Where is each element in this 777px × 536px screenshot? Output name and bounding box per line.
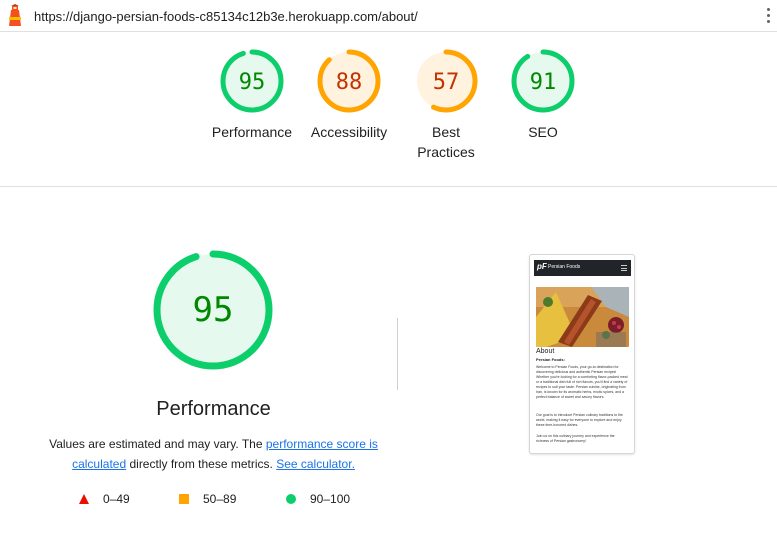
thumbnail-paragraph: Welcome to Persian Foods, your go-to des…: [536, 365, 628, 399]
gauge-best-practices[interactable]: 57 Best Practices: [398, 48, 494, 162]
page-url: https://django-persian-foods-c85134c12b3…: [34, 9, 418, 24]
performance-score: 95: [193, 290, 234, 330]
gauge-label: Best Practices: [417, 124, 475, 160]
gauge-score: 88: [336, 70, 363, 95]
thumbnail-heading: About: [536, 348, 555, 355]
square-icon: [179, 494, 189, 504]
gauge-ring: 88: [317, 49, 381, 113]
lighthouse-icon: [9, 4, 21, 26]
gauge-label: SEO: [528, 124, 558, 140]
gauge-ring: 95: [220, 49, 284, 113]
top-bar: https://django-persian-foods-c85134c12b3…: [0, 0, 777, 32]
hamburger-icon: [621, 265, 627, 271]
circle-icon: [286, 494, 296, 504]
more-options-icon[interactable]: [766, 8, 772, 26]
gauge-label: Accessibility: [310, 124, 388, 140]
see-calculator-link[interactable]: See calculator.: [276, 457, 355, 471]
description-text: Values are estimated and may vary. The: [49, 437, 266, 451]
gauge-accessibility[interactable]: 88 Accessibility: [301, 48, 397, 142]
legend-label: 0–49: [103, 492, 130, 506]
gauge-ring: 91: [511, 49, 575, 113]
triangle-icon: [79, 494, 89, 504]
gauge-label: Performance: [211, 124, 293, 140]
thumbnail-paragraph: Join us on this culinary journey and exp…: [536, 434, 615, 443]
performance-title: Performance: [156, 398, 271, 420]
food-image: [536, 287, 629, 347]
page-screenshot-thumbnail[interactable]: pF Persian Foods About Persian Foods: We…: [529, 254, 635, 454]
thumbnail-subheading: Persian Foods:: [536, 357, 565, 362]
score-summary: 95 Performance 88 Accessibility 57 Best …: [0, 32, 777, 187]
gauge-score: 91: [530, 70, 557, 95]
performance-gauge-large: 95: [153, 250, 273, 370]
score-legend: 0–49 50–89 90–100: [0, 492, 427, 508]
legend-label: 50–89: [203, 492, 237, 506]
description-text: directly from these metrics.: [126, 457, 277, 471]
gauge-performance[interactable]: 95 Performance: [204, 48, 300, 142]
gauge-seo[interactable]: 91 SEO: [495, 48, 591, 142]
gauge-score: 95: [239, 70, 266, 95]
performance-description: Values are estimated and may vary. The p…: [40, 434, 387, 474]
legend-average: 50–89: [179, 492, 236, 506]
thumbnail-navbar: pF Persian Foods: [534, 260, 631, 276]
thumbnail-logo: pF: [537, 262, 547, 271]
legend-label: 90–100: [310, 492, 351, 506]
thumbnail-brand: Persian Foods: [548, 264, 581, 270]
thumbnail-paragraph: Our goal is to introduce Persian culinar…: [536, 413, 623, 427]
legend-pass: 90–100: [286, 492, 350, 506]
gauge-ring: 57: [414, 49, 478, 113]
legend-fail: 0–49: [79, 492, 130, 506]
gauge-score: 57: [433, 70, 460, 95]
divider: [397, 318, 398, 390]
